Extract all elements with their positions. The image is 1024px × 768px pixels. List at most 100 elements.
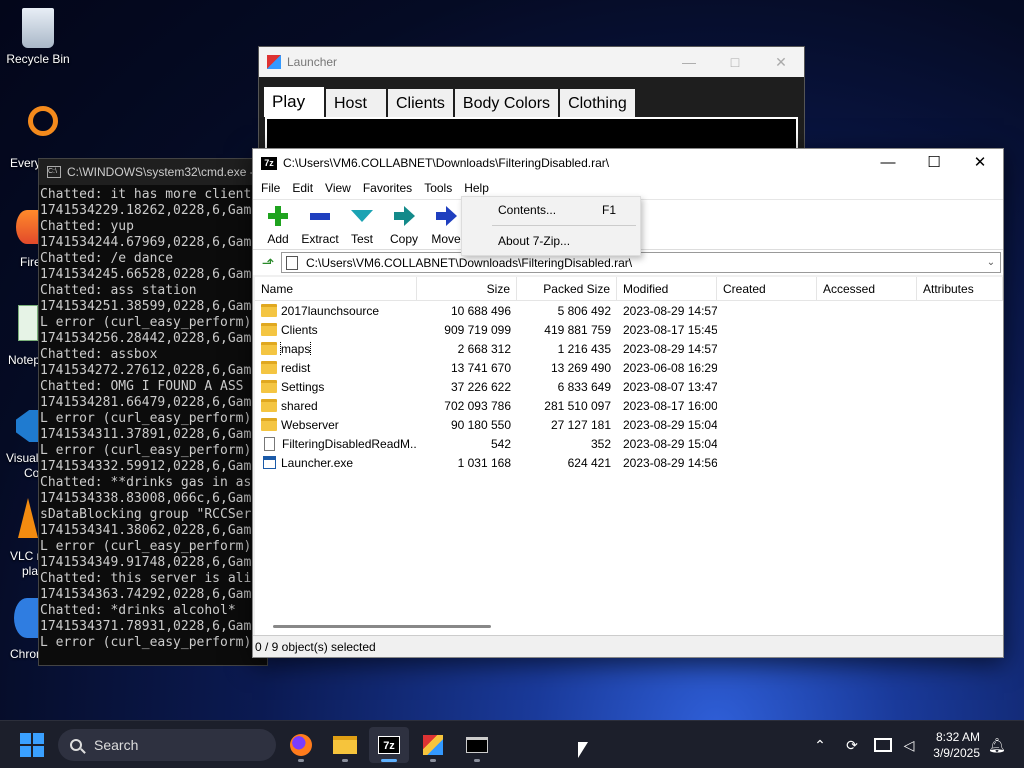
windows-start-icon[interactable] [20,733,44,757]
address-bar[interactable]: C:\Users\VM6.COLLABNET\Downloads\Filteri… [281,252,1001,273]
7zip-titlebar[interactable]: 7z C:\Users\VM6.COLLABNET\Downloads\Filt… [253,149,1003,177]
file-list[interactable]: Name Size Packed Size Modified Created A… [255,277,1003,635]
column-accessed[interactable]: Accessed [817,277,917,300]
column-created[interactable]: Created [717,277,817,300]
file-row[interactable]: Clients 909 719 099 419 881 759 2023-08-17 … [255,320,1003,339]
menu-tools[interactable]: Tools [418,181,458,195]
scrollbar-thumb[interactable] [273,625,491,628]
column-size[interactable]: Size [417,277,517,300]
desktop-label-pla: pla [22,564,39,578]
column-packed-size[interactable]: Packed Size [517,277,617,300]
launcher-window[interactable]: Launcher — □ ✕ Play Host Clients Body Co… [258,46,805,157]
cell-size: 90 180 550 [450,417,511,432]
cmd-titlebar[interactable]: C:\ C:\WINDOWS\system32\cmd.exe - [39,159,267,185]
vlc-desktop-icon[interactable] [18,498,38,538]
tab-clients[interactable]: Clients [388,89,453,117]
cell-packed-size: 1 216 435 [557,341,611,356]
menu-item-shortcut: F1 [601,203,616,217]
network-icon[interactable] [874,738,892,752]
cell-modified: 2023-08-29 15:04 [623,436,717,451]
file-name: 2017launchsource [281,303,380,318]
chrome-desktop-icon[interactable] [14,598,40,638]
notification-bell-icon[interactable]: 🔔︎ [988,737,1006,754]
file-row[interactable]: shared 702 093 786 281 510 097 2023-08-17 1… [255,396,1003,415]
launcher-tabs: Play Host Clients Body Colors Clothing [259,77,804,117]
maximize-icon[interactable]: ☐ [911,149,957,177]
cmd-line: Chatted: assbox [40,347,158,362]
cell-packed-size: 5 806 492 [557,303,611,318]
add-button[interactable]: Add [257,200,299,249]
folder-icon [261,380,277,393]
taskbar-file-explorer[interactable] [325,727,365,763]
cmd-output[interactable]: Chatted: it has more client 1741534229.18… [39,185,267,651]
cmd-window[interactable]: C:\ C:\WINDOWS\system32\cmd.exe - Chatte… [38,158,268,666]
cell-modified: 2023-08-29 14:57 [623,341,717,356]
menu-help[interactable]: Help [458,181,495,195]
folder-up-icon[interactable]: ⬏ [255,252,281,274]
minimize-icon[interactable]: — [865,149,911,177]
menu-item-about[interactable]: About 7-Zip... [462,228,640,254]
launcher-app-icon [267,55,281,69]
taskbar-search[interactable]: Search [58,729,276,761]
menu-favorites[interactable]: Favorites [357,181,418,195]
file-name: redist [281,360,311,375]
cmd-line: Chatted: yup [40,219,134,234]
menu-view[interactable]: View [319,181,357,195]
file-name: Settings [281,379,325,394]
clock[interactable]: 8:32 AM 3/9/2025 [933,729,980,761]
file-row[interactable]: FilteringDisabledReadM... 542 352 2023-08-2… [255,434,1003,453]
minimize-icon[interactable]: — [666,54,712,71]
cell-packed-size: 13 269 490 [550,360,611,375]
menu-item-contents[interactable]: Contents... F1 [462,197,640,223]
chevron-up-icon[interactable]: ⌃ [812,737,828,754]
search-icon [70,739,82,751]
tab-body-colors[interactable]: Body Colors [454,89,559,117]
horizontal-scrollbar[interactable] [255,619,1003,635]
firefox-desktop-icon[interactable] [16,210,38,244]
cell-name: shared [255,399,417,413]
cell-modified: 2023-08-29 15:04 [623,417,717,432]
volume-icon[interactable]: ◁ [900,737,918,754]
vscode-desktop-icon[interactable] [16,410,38,442]
column-attributes[interactable]: Attributes [917,277,1003,300]
taskbar-firefox[interactable] [281,727,321,763]
menu-file[interactable]: File [255,181,286,195]
copy-button[interactable]: Copy [383,200,425,249]
menu-item-label: Contents... [498,203,557,217]
file-row[interactable]: Launcher.exe 1 031 168 624 421 2023-08-29 1… [255,453,1003,472]
taskbar-7zip[interactable]: 7z [369,727,409,763]
running-indicator [298,759,304,762]
column-name[interactable]: Name [255,277,417,300]
file-row[interactable]: 2017launchsource 10 688 496 5 806 492 2023-… [255,301,1003,320]
running-indicator [381,759,397,762]
file-row[interactable]: redist 13 741 670 13 269 490 2023-06-08 16:… [255,358,1003,377]
taskbar-launcher[interactable] [413,727,453,763]
cmd-line: 1741534245.66528,0228,6,Gam [40,267,252,282]
file-row[interactable]: Settings 37 226 622 6 833 649 2023-08-07 13… [255,377,1003,396]
cmd-line: Chatted: *drinks alcohol* [40,603,236,618]
plus-icon [257,206,299,226]
extract-button[interactable]: Extract [299,200,341,249]
column-modified[interactable]: Modified [617,277,717,300]
tab-host[interactable]: Host [326,89,386,117]
desktop-icon-recycle-bin[interactable]: Recycle Bin [0,8,76,66]
cmd-line: 1741534338.83008,066c,6,Gam [40,491,252,506]
tab-clothing[interactable]: Clothing [560,89,635,117]
column-headers: Name Size Packed Size Modified Created A… [255,277,1003,301]
sync-icon[interactable]: ⟳ [842,737,862,754]
taskbar-terminal[interactable] [457,727,497,763]
notepad-desktop-icon[interactable] [18,305,38,341]
desktop-icon-everything[interactable] [4,106,58,136]
tab-play[interactable]: Play [264,87,324,117]
test-button[interactable]: Test [341,200,383,249]
menu-edit[interactable]: Edit [286,181,319,195]
maximize-icon[interactable]: □ [712,54,758,71]
launcher-titlebar[interactable]: Launcher — □ ✕ [259,47,804,77]
chevron-down-icon[interactable]: ⌄ [982,257,1000,268]
close-icon[interactable]: ✕ [758,54,804,71]
file-row[interactable]: maps 2 668 312 1 216 435 2023-08-29 14:57 [255,339,1003,358]
file-row[interactable]: Webserver 90 180 550 27 127 181 2023-08-29 … [255,415,1003,434]
close-icon[interactable]: ✕ [957,149,1003,177]
cell-name: maps [255,341,417,356]
folder-icon [261,361,277,374]
